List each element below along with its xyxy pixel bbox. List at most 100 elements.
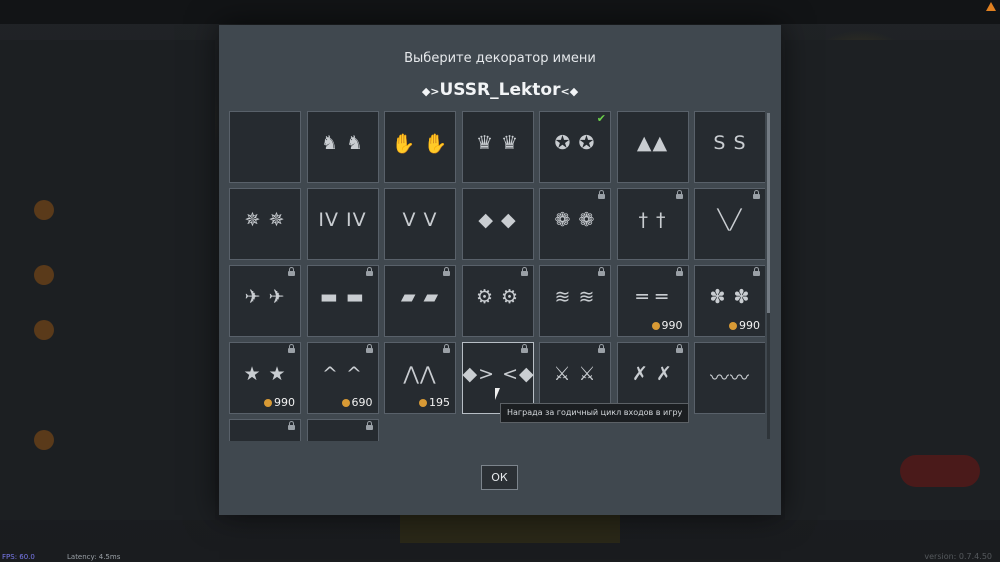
lock-icon — [365, 421, 373, 430]
decorator-tile[interactable]: ✽ ✽ 990 — [694, 265, 765, 337]
decorator-tile[interactable]: ❁ ❁ — [539, 188, 611, 260]
price-tag: 195 — [419, 396, 450, 409]
right-panel-background — [785, 40, 1000, 520]
decorator-tile[interactable] — [229, 419, 301, 441]
decorator-symbol: ^ ^ — [322, 363, 363, 385]
decorator-tile[interactable]: ▬ ▬ — [306, 265, 379, 337]
lock-icon — [598, 267, 605, 276]
price-tag: 990 — [729, 319, 760, 332]
price-value: 195 — [429, 396, 450, 409]
lock-icon — [443, 344, 450, 353]
decorator-tile[interactable]: ╲╱ — [694, 188, 765, 260]
decorator-tile[interactable]: ≋ ≋ — [539, 265, 611, 337]
decorator-symbol: ╲╱ — [717, 209, 743, 231]
lock-icon — [598, 190, 605, 199]
decorator-symbol: ♛ ♛ — [475, 132, 520, 154]
decorator-symbol: ♞ ♞ — [320, 132, 365, 154]
decorator-tile[interactable]: ✵ ✵ — [229, 188, 301, 260]
background-orb — [34, 430, 54, 450]
decorator-symbol: 〰〰 — [709, 367, 750, 389]
top-menu-bar — [0, 0, 1000, 24]
decorator-tile[interactable]: ★ ★ 990 — [229, 342, 301, 414]
lock-icon — [520, 344, 528, 353]
lock-icon — [288, 344, 295, 353]
decorator-symbol: ❁ ❁ — [554, 209, 596, 231]
price-value: 690 — [351, 396, 373, 409]
dialog-title: Выберите декоратор имени — [404, 51, 596, 66]
price-tag: 690 — [341, 396, 373, 409]
decorator-tile[interactable]: ▲▲ — [616, 111, 689, 183]
lock-icon — [753, 190, 760, 199]
price-value: 990 — [739, 319, 760, 332]
decorator-tile[interactable]: ◆ ◆ — [461, 188, 534, 260]
name-decorator-dialog: Выберите декоратор имени ◆>USSR_Lektor<◆… — [219, 25, 781, 515]
decorator-tile[interactable] — [229, 111, 301, 183]
lock-icon — [288, 421, 295, 430]
tooltip: Награда за годичный цикл входов в игру — [500, 403, 690, 423]
coin-icon — [651, 322, 660, 330]
lock-icon — [675, 344, 683, 353]
decorator-tile[interactable]: † † — [616, 188, 689, 260]
decorator-tile[interactable]: ⚙ ⚙ — [461, 265, 534, 337]
decorator-symbol: ⚙ ⚙ — [475, 286, 520, 308]
decorator-symbol: ✽ ✽ — [709, 286, 751, 308]
price-value: 990 — [661, 319, 683, 332]
decorator-tile[interactable]: ✪ ✪ ✔ — [539, 111, 611, 183]
background-orb — [34, 265, 54, 285]
decorator-symbol: ✗ ✗ — [632, 363, 673, 385]
ok-button[interactable]: ОК — [481, 465, 518, 490]
decorator-symbol: ▰ ▰ — [400, 286, 440, 308]
decorator-tile[interactable]: ^ ^ 690 — [306, 342, 379, 414]
decorator-tile[interactable]: V V — [384, 188, 456, 260]
decorator-symbol: ◆ ◆ — [478, 209, 517, 231]
decorator-tile[interactable]: ▰ ▰ — [384, 265, 456, 337]
decorator-tile[interactable]: 〰〰 — [694, 342, 765, 414]
decorator-symbol: ✵ ✵ — [244, 209, 286, 231]
decorator-tile[interactable] — [306, 419, 379, 441]
price-tag: 990 — [264, 396, 295, 409]
decor-left: ◆> — [421, 85, 440, 98]
lock-icon — [675, 267, 683, 276]
decorator-tile[interactable]: ⋀⋀ 195 — [384, 342, 456, 414]
decorator-symbol: IV IV — [318, 209, 367, 231]
decorator-symbol: ★ ★ — [243, 363, 287, 385]
background-orb — [34, 200, 54, 220]
decorator-symbol: ✋ ✋ — [391, 133, 449, 155]
decorator-symbol: ▬ ▬ — [320, 286, 365, 308]
decorator-symbol: ═ ═ — [636, 286, 669, 308]
version-label: version: 0.7.4.50 — [924, 552, 992, 561]
decorator-symbol: † † — [638, 209, 667, 231]
decorator-tile[interactable]: ♞ ♞ — [306, 111, 379, 183]
decorator-tile[interactable]: ✈ ✈ — [229, 265, 301, 337]
lock-icon — [365, 344, 373, 353]
decor-right: <◆ — [560, 85, 579, 98]
background-bottom-bar — [400, 515, 620, 543]
lock-icon — [443, 267, 450, 276]
decorator-tile[interactable]: ═ ═ 990 — [616, 265, 689, 337]
decorator-symbol: S S — [713, 132, 747, 154]
lock-icon — [675, 190, 683, 199]
decorator-symbol: ⋀⋀ — [403, 363, 437, 385]
decorator-symbol: ✈ ✈ — [244, 286, 286, 308]
decorator-symbol: ◆> <◆ — [462, 363, 535, 385]
player-name-preview: ◆>USSR_Lektor<◆ — [219, 80, 781, 100]
decorator-symbol: V V — [402, 209, 438, 231]
coin-icon — [341, 399, 350, 407]
decorator-symbol: ≋ ≋ — [554, 286, 596, 308]
decorator-tile[interactable]: ♛ ♛ — [461, 111, 534, 183]
decorator-tile[interactable]: IV IV — [306, 188, 379, 260]
mouse-cursor-icon — [495, 388, 500, 400]
scrollbar-thumb[interactable] — [767, 113, 770, 313]
decorator-symbol: ▲▲ — [636, 132, 669, 154]
price-value: 990 — [274, 396, 295, 409]
latency-counter: Latency: 4.5ms — [67, 553, 121, 561]
background-red-button — [900, 455, 980, 487]
lock-icon — [520, 267, 528, 276]
lock-icon — [753, 267, 760, 276]
price-tag: 990 — [651, 319, 683, 332]
background-orb — [34, 320, 54, 340]
player-name: USSR_Lektor — [439, 80, 561, 100]
decorator-tile[interactable]: ✋ ✋ — [384, 111, 456, 183]
lock-icon — [598, 344, 605, 353]
decorator-tile[interactable]: S S — [694, 111, 765, 183]
